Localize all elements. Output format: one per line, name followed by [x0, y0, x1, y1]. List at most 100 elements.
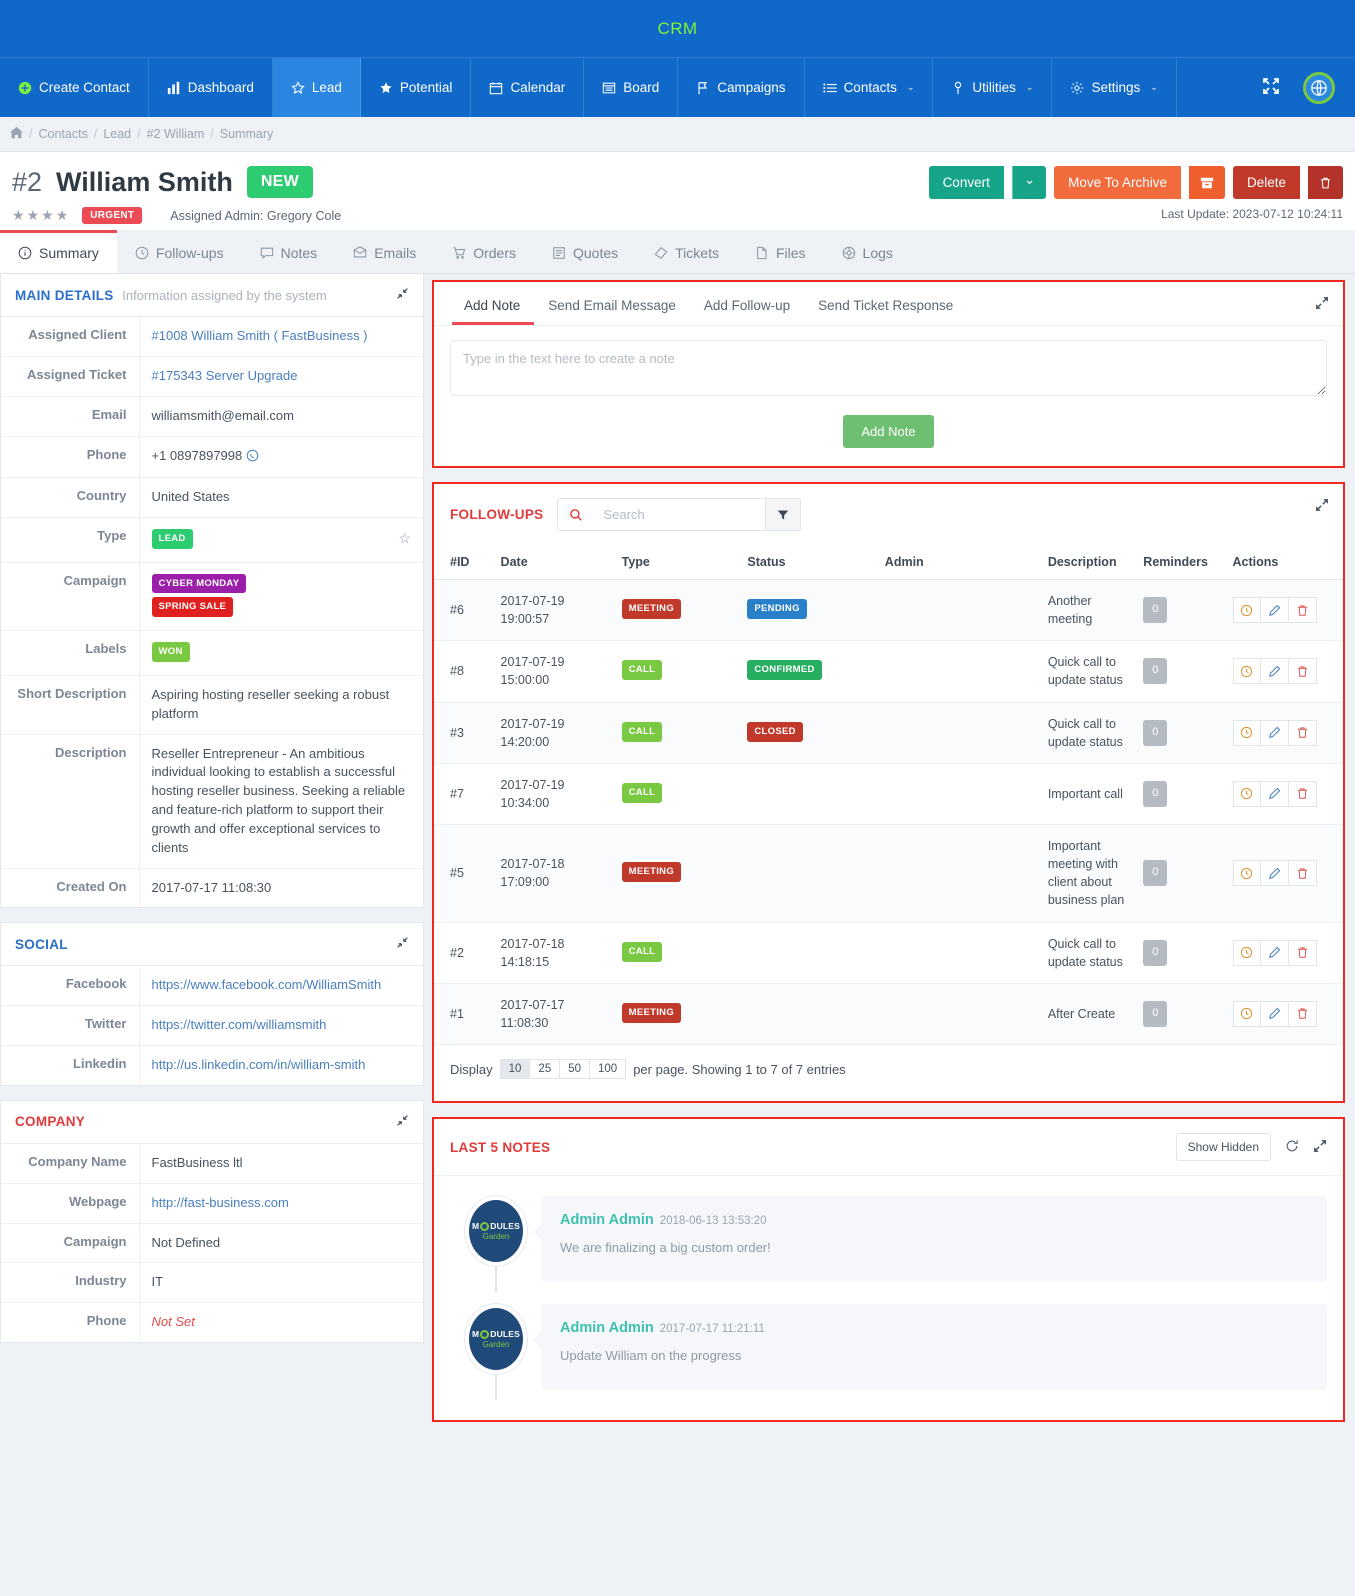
- breadcrumb-item-2[interactable]: Lead: [103, 127, 131, 141]
- nav-item-campaigns[interactable]: Campaigns: [678, 58, 805, 117]
- nav-item-lead[interactable]: Lead: [272, 58, 361, 117]
- tab-follow-ups[interactable]: Follow-ups: [117, 230, 242, 273]
- detail-link[interactable]: http://fast-business.com: [152, 1195, 289, 1210]
- refresh-icon[interactable]: [1285, 1139, 1299, 1156]
- filter-icon[interactable]: [765, 498, 802, 531]
- trash-icon[interactable]: [1288, 658, 1317, 685]
- collapse-icon[interactable]: [396, 936, 409, 952]
- tab-summary[interactable]: Summary: [0, 230, 117, 273]
- reminder-count[interactable]: 0: [1143, 719, 1168, 746]
- collapse-icon[interactable]: [396, 287, 409, 303]
- clock-icon[interactable]: [1232, 939, 1261, 966]
- nav-item-utilities[interactable]: Utilities ⌄: [933, 58, 1053, 117]
- page-size-100[interactable]: 100: [590, 1059, 627, 1079]
- detail-link[interactable]: https://www.facebook.com/WilliamSmith: [152, 977, 382, 992]
- clock-icon[interactable]: [1232, 658, 1261, 685]
- column-header[interactable]: #ID: [434, 545, 495, 580]
- column-header[interactable]: Reminders: [1137, 545, 1227, 580]
- archive-box-icon[interactable]: [1188, 166, 1225, 199]
- star-icon[interactable]: ★: [27, 207, 42, 223]
- tab-notes[interactable]: Notes: [242, 230, 336, 273]
- column-header[interactable]: Type: [615, 545, 742, 580]
- star-icon[interactable]: ★: [56, 207, 71, 223]
- tab-files[interactable]: Files: [737, 230, 824, 273]
- search-input[interactable]: [593, 498, 766, 531]
- reminder-count[interactable]: 0: [1143, 939, 1168, 966]
- expand-icon[interactable]: [1313, 1139, 1327, 1156]
- tab-logs[interactable]: Logs: [824, 230, 911, 273]
- pencil-icon[interactable]: [1260, 719, 1289, 746]
- reminder-count[interactable]: 0: [1143, 860, 1168, 887]
- column-header[interactable]: Status: [741, 545, 879, 580]
- detail-link[interactable]: http://us.linkedin.com/in/william-smith: [152, 1057, 366, 1072]
- pencil-icon[interactable]: [1260, 939, 1289, 966]
- move-to-archive-button[interactable]: Move To Archive: [1054, 166, 1181, 199]
- reminder-count[interactable]: 0: [1143, 780, 1168, 807]
- trash-icon[interactable]: [1288, 780, 1317, 807]
- tab-tickets[interactable]: Tickets: [636, 230, 737, 273]
- show-hidden-button[interactable]: Show Hidden: [1175, 1133, 1271, 1161]
- nav-item-potential[interactable]: Potential: [361, 58, 472, 117]
- nav-item-board[interactable]: Board: [584, 58, 679, 117]
- tab-orders[interactable]: Orders: [434, 230, 534, 273]
- reminder-count[interactable]: 0: [1143, 658, 1168, 685]
- add-note-button[interactable]: Add Note: [843, 415, 934, 448]
- detail-link[interactable]: #175343 Server Upgrade: [152, 368, 298, 383]
- whatsapp-icon[interactable]: [246, 449, 259, 467]
- column-header[interactable]: Description: [1041, 545, 1138, 580]
- clock-icon[interactable]: [1232, 1000, 1261, 1027]
- clock-icon[interactable]: [1232, 597, 1261, 624]
- nav-item-dashboard[interactable]: Dashboard: [149, 58, 273, 117]
- note-textarea[interactable]: [450, 340, 1327, 396]
- star-icon[interactable]: ★: [12, 207, 27, 223]
- pencil-icon[interactable]: [1260, 860, 1289, 887]
- pencil-icon[interactable]: [1260, 597, 1289, 624]
- detail-value[interactable]: #1008 William Smith ( FastBusiness ): [139, 317, 423, 356]
- trash-icon[interactable]: [1288, 1000, 1317, 1027]
- page-size-50[interactable]: 50: [560, 1059, 591, 1079]
- pencil-icon[interactable]: [1260, 780, 1289, 807]
- breadcrumb-item-3[interactable]: #2 William: [147, 127, 205, 141]
- star-icon[interactable]: ★: [41, 207, 56, 223]
- trash-icon[interactable]: [1288, 939, 1317, 966]
- nav-item-create-contact[interactable]: Create Contact: [0, 58, 149, 117]
- column-header[interactable]: Actions: [1226, 545, 1343, 580]
- home-icon[interactable]: [10, 126, 23, 142]
- detail-link[interactable]: https://twitter.com/williamsmith: [152, 1017, 327, 1032]
- column-header[interactable]: Admin: [878, 545, 1042, 580]
- detail-value[interactable]: https://twitter.com/williamsmith: [139, 1006, 423, 1046]
- expand-icon[interactable]: [1315, 296, 1329, 313]
- pencil-icon[interactable]: [1260, 658, 1289, 685]
- star-rating[interactable]: ★★★★: [12, 207, 70, 224]
- column-header[interactable]: Date: [494, 545, 616, 580]
- breadcrumb-item-4[interactable]: Summary: [220, 127, 273, 141]
- clock-icon[interactable]: [1232, 860, 1261, 887]
- detail-value[interactable]: #175343 Server Upgrade: [139, 356, 423, 396]
- trash-icon[interactable]: [1288, 597, 1317, 624]
- tab-quotes[interactable]: Quotes: [534, 230, 636, 273]
- reminder-count[interactable]: 0: [1143, 597, 1168, 624]
- detail-link[interactable]: #1008 William Smith ( FastBusiness ): [152, 328, 368, 343]
- trash-icon[interactable]: [1288, 719, 1317, 746]
- star-outline-icon[interactable]: ☆: [398, 528, 411, 548]
- collapse-icon[interactable]: [396, 1114, 409, 1130]
- clock-icon[interactable]: [1232, 719, 1261, 746]
- breadcrumb-item-1[interactable]: Contacts: [38, 127, 87, 141]
- pencil-icon[interactable]: [1260, 1000, 1289, 1027]
- nav-item-settings[interactable]: Settings ⌄: [1052, 58, 1177, 117]
- clock-icon[interactable]: [1232, 780, 1261, 807]
- trash-icon[interactable]: [1308, 166, 1343, 199]
- nav-item-contacts[interactable]: Contacts ⌄: [805, 58, 934, 117]
- delete-button[interactable]: Delete: [1232, 166, 1300, 199]
- page-size-10[interactable]: 10: [499, 1059, 531, 1079]
- globe-icon[interactable]: [1303, 71, 1335, 104]
- action-tab-add-follow-up[interactable]: Add Follow-up: [690, 298, 804, 325]
- action-tab-send-email-message[interactable]: Send Email Message: [534, 298, 690, 325]
- convert-button[interactable]: Convert: [928, 166, 1004, 199]
- detail-value[interactable]: https://www.facebook.com/WilliamSmith: [139, 966, 423, 1005]
- detail-value[interactable]: http://fast-business.com: [139, 1183, 423, 1223]
- detail-value[interactable]: http://us.linkedin.com/in/william-smith: [139, 1046, 423, 1085]
- nav-item-calendar[interactable]: Calendar: [471, 58, 585, 117]
- tab-emails[interactable]: Emails: [335, 230, 434, 273]
- action-tab-send-ticket-response[interactable]: Send Ticket Response: [804, 298, 967, 325]
